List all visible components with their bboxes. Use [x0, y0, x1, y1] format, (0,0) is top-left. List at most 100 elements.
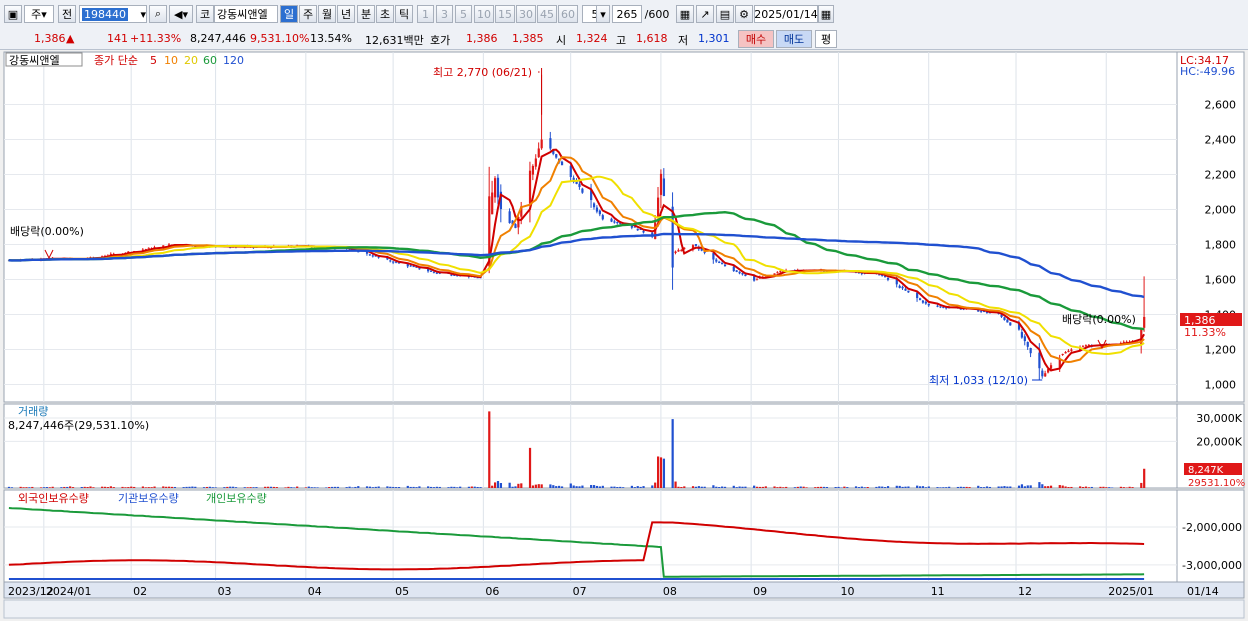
volume-bar: [921, 486, 925, 488]
candle-body: [569, 165, 572, 178]
volume-bar: [962, 486, 965, 488]
volume-bar: [66, 486, 69, 488]
candle-body: [555, 154, 558, 158]
x-tick-label: 07: [573, 585, 587, 598]
volume-bar: [109, 486, 112, 488]
volume-bar: [799, 486, 802, 488]
candle-body: [1026, 341, 1029, 347]
tab-minute[interactable]: 분: [357, 5, 375, 23]
volume-bar: [211, 487, 214, 488]
volume-bar: [331, 486, 334, 488]
volume-bar: [907, 486, 910, 488]
volume-bar: [124, 487, 127, 488]
candle-body: [918, 298, 922, 301]
volume-bar: [552, 485, 555, 488]
dividend-annotation-1: 배당락(0.00%): [10, 225, 84, 238]
volume-tag-2: 29531.10%: [1188, 478, 1245, 489]
volume-bar: [86, 487, 89, 488]
candle-body: [674, 251, 677, 253]
volume-bar: [805, 487, 808, 488]
interval-5[interactable]: 5: [455, 5, 472, 23]
market-label[interactable]: 코: [196, 5, 214, 23]
volume-bar: [942, 487, 945, 488]
candle-body: [491, 192, 494, 215]
price-tick-label: 2,400: [1205, 134, 1237, 147]
volume-bar: [1067, 487, 1070, 488]
interval-45[interactable]: 45: [537, 5, 557, 23]
candle-body: [560, 161, 564, 166]
interval-1[interactable]: 1: [417, 5, 434, 23]
volume-bar: [71, 487, 75, 488]
volume-tick-label: 20,000K: [1196, 435, 1242, 448]
tab-second[interactable]: 초: [376, 5, 394, 23]
change-pct: +11.33%: [130, 32, 182, 45]
save-icon[interactable]: ▤: [716, 5, 734, 23]
period-prefix-select[interactable]: 주 ▾: [24, 5, 54, 23]
code-input[interactable]: 198440 ▾: [79, 5, 147, 23]
chevron-down-icon[interactable]: ▾: [596, 5, 610, 23]
search-icon[interactable]: ⌕: [149, 5, 167, 23]
volume-bar: [846, 487, 849, 488]
speaker-icon[interactable]: ◀▾: [169, 5, 193, 23]
volume-bar: [133, 486, 136, 488]
volume-bar: [517, 483, 520, 488]
volume-bar: [1038, 482, 1041, 488]
interval-15[interactable]: 15: [495, 5, 515, 23]
volume-bar: [368, 486, 372, 488]
volume-bar: [459, 486, 462, 488]
eval-button[interactable]: 평: [815, 30, 837, 48]
candle-body: [435, 272, 438, 274]
volume-bar: [837, 486, 840, 488]
volume-bar: [351, 487, 354, 488]
date-input[interactable]: 2025/01/14: [754, 5, 818, 23]
volume-bar: [374, 486, 377, 488]
volume-bar: [691, 486, 695, 488]
volume-bar: [1131, 487, 1134, 488]
volume-bar: [371, 487, 374, 488]
hoga-label: 호가: [430, 34, 451, 47]
candle-body: [721, 263, 724, 265]
candle-body: [1023, 336, 1026, 342]
volume-bar: [741, 486, 744, 488]
count-input[interactable]: 265: [612, 5, 642, 23]
tab-day[interactable]: 일: [280, 5, 298, 23]
volume-bar: [386, 486, 389, 488]
individual-holding-title: 개인보유수량: [206, 492, 267, 505]
tab-tick[interactable]: 틱: [395, 5, 413, 23]
tab-month[interactable]: 월: [318, 5, 336, 23]
volume-bar: [549, 484, 552, 488]
gear-icon[interactable]: ⚙: [735, 5, 753, 23]
volume-bar: [601, 485, 604, 488]
volume-bar: [499, 483, 503, 488]
grid-icon[interactable]: ▦: [676, 5, 694, 23]
interval-30[interactable]: 30: [516, 5, 536, 23]
tab-week[interactable]: 주: [299, 5, 317, 23]
candle-body: [616, 222, 619, 224]
prev-button[interactable]: 전: [58, 5, 76, 23]
volume-bar: [592, 485, 596, 488]
candle-body: [723, 264, 727, 267]
volume-bar: [226, 486, 229, 488]
volume-bar: [205, 486, 209, 488]
open-label: 시: [556, 34, 567, 47]
interval-10[interactable]: 10: [474, 5, 494, 23]
x-tick-label: 05: [395, 585, 409, 598]
calendar-icon[interactable]: ▦: [818, 5, 834, 23]
layout-icon[interactable]: ▣: [4, 5, 22, 23]
volume-bar: [106, 487, 110, 488]
dividend-annotation-2: 배당락(0.00%): [1062, 313, 1136, 326]
interval-3[interactable]: 3: [436, 5, 453, 23]
chart-area: 2023/122024/01 02 03 04 05 06 07 08 09 10 11 12 2025…: [3, 51, 1245, 619]
tab-year[interactable]: 년: [337, 5, 355, 23]
buy-button[interactable]: 매수: [738, 30, 774, 48]
draw-icon[interactable]: ↗: [696, 5, 714, 23]
volume-bar: [208, 486, 211, 488]
volume-bar: [450, 486, 453, 488]
sell-button[interactable]: 매도: [776, 30, 812, 48]
volume-bar: [470, 486, 473, 488]
volume-bar: [528, 447, 532, 488]
volume-bar: [1017, 485, 1021, 488]
volume-bar: [10, 487, 14, 488]
interval-60[interactable]: 60: [558, 5, 578, 23]
volume-summary: 8,247,446주(29,531.10%): [8, 419, 149, 432]
